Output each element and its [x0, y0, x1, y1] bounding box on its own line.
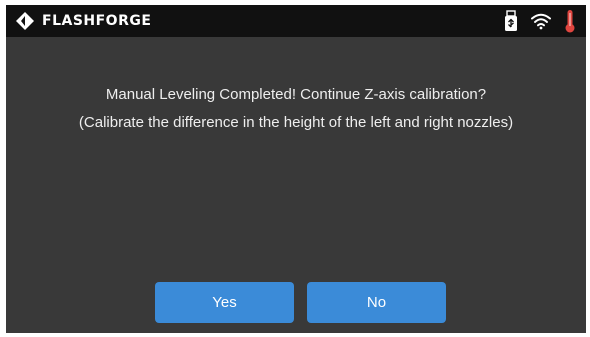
printer-screen: FLASHFORGE Manual Leveling Completed! Co…	[6, 5, 586, 333]
brand-name: FLASHFORGE	[42, 13, 152, 29]
dialog-title: Manual Leveling Completed! Continue Z-ax…	[105, 86, 487, 103]
no-button[interactable]: No	[307, 282, 446, 323]
status-bar: FLASHFORGE	[6, 5, 586, 37]
usb-drive-icon[interactable]	[504, 10, 518, 32]
thermometer-icon[interactable]	[564, 9, 576, 33]
brand-logo: FLASHFORGE	[14, 11, 151, 31]
wifi-icon[interactable]	[530, 12, 552, 30]
dialog-message: Manual Leveling Completed! Continue Z-ax…	[6, 81, 586, 137]
flashforge-logo-icon	[16, 12, 34, 30]
dialog-subtitle: (Calibrate the difference in the height …	[78, 114, 514, 131]
status-icons	[492, 9, 576, 33]
yes-button[interactable]: Yes	[155, 282, 294, 323]
